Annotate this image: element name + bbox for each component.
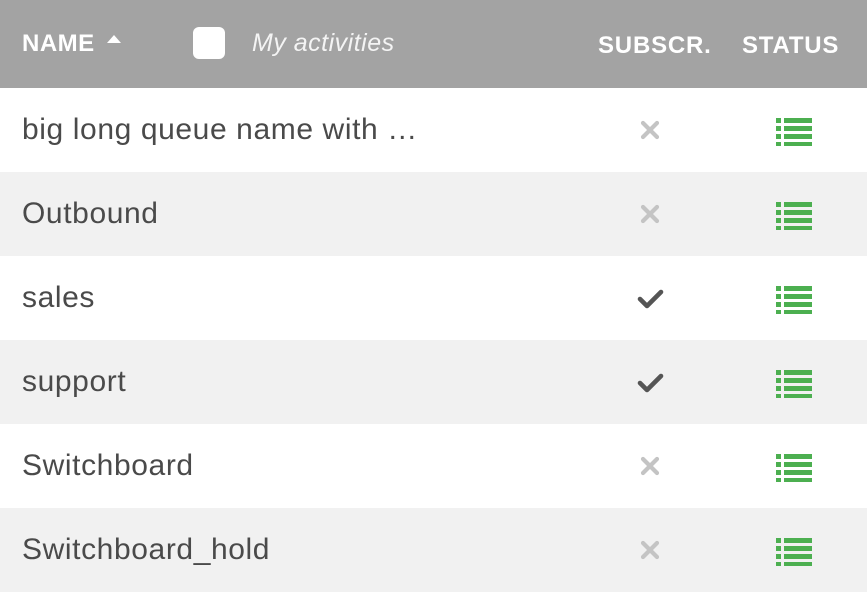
queue-table: NAME My activities SUBSCR. STATUS big lo… (0, 0, 867, 592)
caret-up-icon (106, 35, 121, 43)
cross-icon (640, 120, 660, 140)
table-row[interactable]: Outbound (0, 172, 867, 256)
queue-name: support (22, 365, 127, 398)
table-header: NAME My activities SUBSCR. STATUS (0, 0, 867, 88)
table-row[interactable]: support (0, 340, 867, 424)
list-icon[interactable] (776, 116, 812, 146)
cross-icon (640, 456, 660, 476)
table-row[interactable]: Switchboard (0, 424, 867, 508)
check-icon (637, 289, 664, 309)
queue-name: Switchboard (22, 449, 194, 482)
queue-name: Outbound (22, 197, 159, 230)
table-row[interactable]: big long queue name with … (0, 88, 867, 172)
status-column-header[interactable]: STATUS (742, 30, 839, 62)
name-column-label: NAME (22, 30, 95, 57)
check-icon (637, 373, 664, 393)
table-row[interactable]: Switchboard_hold (0, 508, 867, 592)
cross-icon (640, 204, 660, 224)
queue-name: Switchboard_hold (22, 533, 271, 566)
name-column-header[interactable]: NAME (22, 28, 121, 60)
list-icon[interactable] (776, 368, 812, 398)
subscr-column-header[interactable]: SUBSCR. (598, 30, 712, 62)
queue-name: big long queue name with … (22, 113, 418, 146)
cross-icon (640, 540, 660, 560)
list-icon[interactable] (776, 200, 812, 230)
my-activities-label: My activities (252, 28, 395, 57)
queue-name: sales (22, 281, 96, 314)
list-icon[interactable] (776, 536, 812, 566)
list-icon[interactable] (776, 452, 812, 482)
my-activities-checkbox[interactable] (193, 27, 225, 59)
table-row[interactable]: sales (0, 256, 867, 340)
list-icon[interactable] (776, 284, 812, 314)
my-activities-filter[interactable]: My activities (193, 25, 395, 61)
